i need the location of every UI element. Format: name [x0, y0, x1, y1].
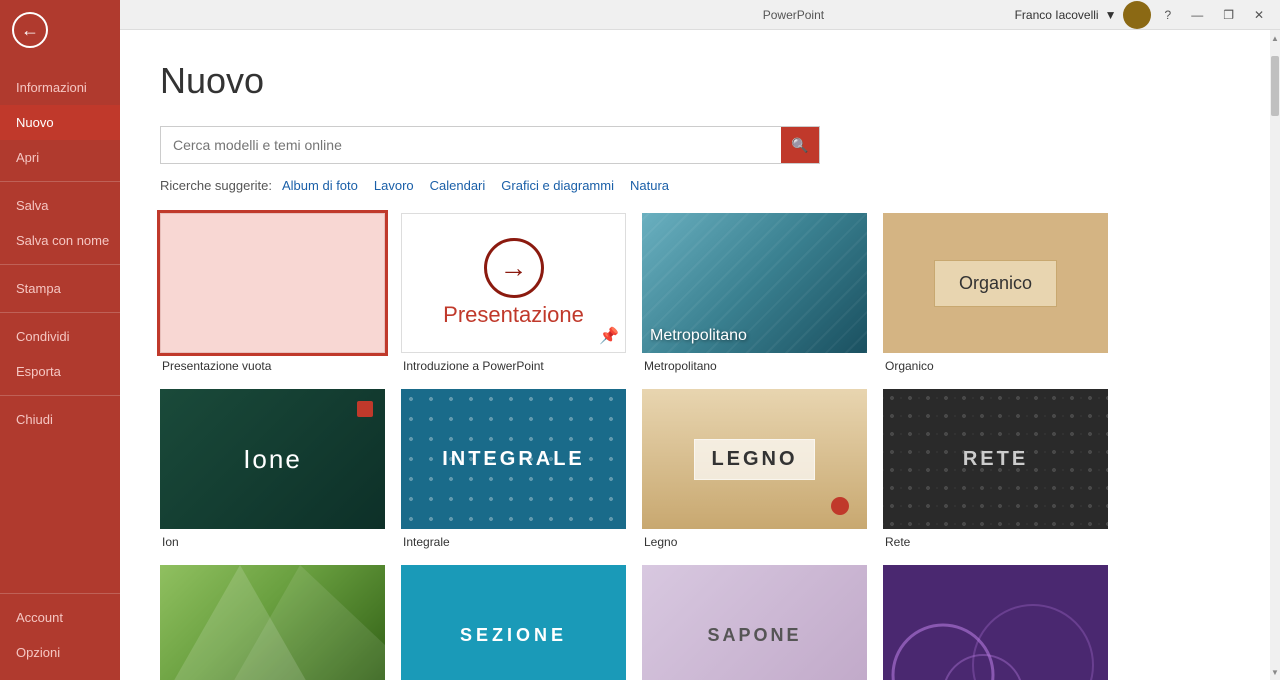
scroll-up-arrow[interactable]: ▲	[1270, 30, 1280, 46]
sidebar-nav: Informazioni Nuovo Apri Salva Salva con …	[0, 70, 120, 437]
sidebar-item-salva-con-nome[interactable]: Salva con nome	[0, 223, 120, 258]
template-thumb-legno: LEGNO	[642, 389, 867, 529]
sidebar-item-nuovo[interactable]: Nuovo	[0, 105, 120, 140]
sidebar-divider-2	[0, 264, 120, 265]
sidebar-item-stampa[interactable]: Stampa	[0, 271, 120, 306]
template-thumb-ion: Ione	[160, 389, 385, 529]
help-button[interactable]: ?	[1159, 6, 1178, 24]
integrale-text: INTEGRALE	[442, 448, 585, 471]
template-label-organico: Organico	[883, 359, 1108, 373]
app-title: PowerPoint	[572, 8, 1014, 22]
last-svg	[883, 565, 1108, 680]
template-organico[interactable]: Organico Organico	[883, 213, 1108, 373]
search-input[interactable]	[161, 129, 781, 161]
legno-card: LEGNO	[694, 439, 814, 480]
template-label-rete: Rete	[883, 535, 1108, 549]
minimize-button[interactable]: —	[1185, 6, 1209, 24]
main-area: PowerPoint Franco Iacovelli ▼ ? — ❐ ✕ Nu…	[120, 0, 1280, 680]
template-last[interactable]	[883, 565, 1108, 680]
suggestions-label: Ricerche suggerite:	[160, 178, 272, 193]
pin-icon: 📌	[599, 326, 619, 346]
sidebar-bottom: Account Opzioni	[0, 587, 120, 680]
template-thumb-integrale: INTEGRALE	[401, 389, 626, 529]
close-button[interactable]: ✕	[1248, 6, 1270, 24]
template-label-integrale: Integrale	[401, 535, 626, 549]
back-button[interactable]: ←	[0, 0, 60, 60]
metro-label-overlay: Metropolitano	[650, 327, 747, 345]
template-sezione[interactable]: SEZIONE Sezione	[401, 565, 626, 680]
template-legno[interactable]: LEGNO Legno	[642, 389, 867, 549]
sidebar-item-informazioni[interactable]: Informazioni	[0, 70, 120, 105]
sidebar-item-salva[interactable]: Salva	[0, 188, 120, 223]
template-thumb-vuota	[160, 213, 385, 353]
user-name: Franco Iacovelli	[1015, 8, 1099, 22]
template-label-ion: Ion	[160, 535, 385, 549]
suggestion-calendari[interactable]: Calendari	[430, 178, 486, 193]
template-thumb-metro: Metropolitano	[642, 213, 867, 353]
back-icon: ←	[12, 12, 48, 48]
suggestions-bar: Ricerche suggerite: Album di foto Lavoro…	[160, 178, 1230, 193]
intro-text: Presentazione	[443, 302, 584, 328]
sidebar-item-opzioni[interactable]: Opzioni	[0, 635, 120, 670]
suggestion-grafici[interactable]: Grafici e diagrammi	[501, 178, 614, 193]
sidebar: ← Informazioni Nuovo Apri Salva Salva co…	[0, 0, 120, 680]
template-integrale[interactable]: INTEGRALE Integrale	[401, 389, 626, 549]
sidebar-item-account[interactable]: Account	[0, 600, 120, 635]
suggestion-album[interactable]: Album di foto	[282, 178, 358, 193]
template-label-vuota: Presentazione vuota	[160, 359, 385, 373]
template-rete[interactable]: RETE Rete	[883, 389, 1108, 549]
template-label-metro: Metropolitano	[642, 359, 867, 373]
legno-dot	[831, 497, 849, 515]
sapone-text: SAPONE	[707, 625, 801, 646]
user-dropdown-icon[interactable]: ▼	[1105, 8, 1117, 22]
scrollbar: ▲ ▼	[1270, 30, 1280, 680]
template-thumb-intro: → Presentazione 📌	[401, 213, 626, 353]
template-sapone[interactable]: SAPONE Sapone	[642, 565, 867, 680]
sidebar-item-condividi[interactable]: Condividi	[0, 319, 120, 354]
template-intro[interactable]: → Presentazione 📌 Introduzione a PowerPo…	[401, 213, 626, 373]
template-sfaccettatura[interactable]: Sfaccettatura Sfaccettatura	[160, 565, 385, 680]
template-thumb-last	[883, 565, 1108, 680]
user-area: Franco Iacovelli ▼	[1015, 1, 1151, 29]
search-button[interactable]: 🔍	[781, 127, 819, 163]
rete-text: RETE	[963, 448, 1028, 471]
template-label-legno: Legno	[642, 535, 867, 549]
template-ion[interactable]: Ione Ion	[160, 389, 385, 549]
sidebar-divider-1	[0, 181, 120, 182]
sidebar-item-esporta[interactable]: Esporta	[0, 354, 120, 389]
template-thumb-sapone: SAPONE	[642, 565, 867, 680]
titlebar-controls: Franco Iacovelli ▼ ? — ❐ ✕	[1015, 1, 1270, 29]
template-thumb-sfaccettatura: Sfaccettatura	[160, 565, 385, 680]
restore-button[interactable]: ❐	[1217, 6, 1240, 24]
sezione-text: SEZIONE	[460, 625, 567, 646]
search-icon: 🔍	[791, 137, 808, 154]
scroll-thumb[interactable]	[1271, 56, 1279, 116]
template-thumb-sezione: SEZIONE	[401, 565, 626, 680]
intro-arrow-icon: →	[484, 238, 544, 298]
suggestion-lavoro[interactable]: Lavoro	[374, 178, 414, 193]
template-grid: Presentazione vuota → Presentazione 📌 In…	[160, 213, 1230, 680]
scroll-down-arrow[interactable]: ▼	[1270, 664, 1280, 680]
template-metro[interactable]: Metropolitano Metropolitano	[642, 213, 867, 373]
content-area: Nuovo 🔍 Ricerche suggerite: Album di fot…	[120, 30, 1270, 680]
sfaccettatura-svg	[160, 565, 385, 680]
template-label-intro: Introduzione a PowerPoint	[401, 359, 626, 373]
template-vuota[interactable]: Presentazione vuota	[160, 213, 385, 373]
ion-text: Ione	[243, 444, 302, 475]
ion-dot	[357, 401, 373, 417]
sidebar-item-chiudi[interactable]: Chiudi	[0, 402, 120, 437]
sidebar-divider-3	[0, 312, 120, 313]
sidebar-divider-4	[0, 395, 120, 396]
titlebar: PowerPoint Franco Iacovelli ▼ ? — ❐ ✕	[120, 0, 1280, 30]
search-area: 🔍	[160, 126, 820, 164]
organico-card: Organico	[934, 260, 1057, 307]
scroll-track	[1270, 46, 1280, 664]
sidebar-divider-5	[0, 593, 120, 594]
sidebar-item-apri[interactable]: Apri	[0, 140, 120, 175]
template-thumb-rete: RETE	[883, 389, 1108, 529]
page-title: Nuovo	[160, 60, 1230, 102]
avatar	[1123, 1, 1151, 29]
suggestion-natura[interactable]: Natura	[630, 178, 669, 193]
template-thumb-organico: Organico	[883, 213, 1108, 353]
